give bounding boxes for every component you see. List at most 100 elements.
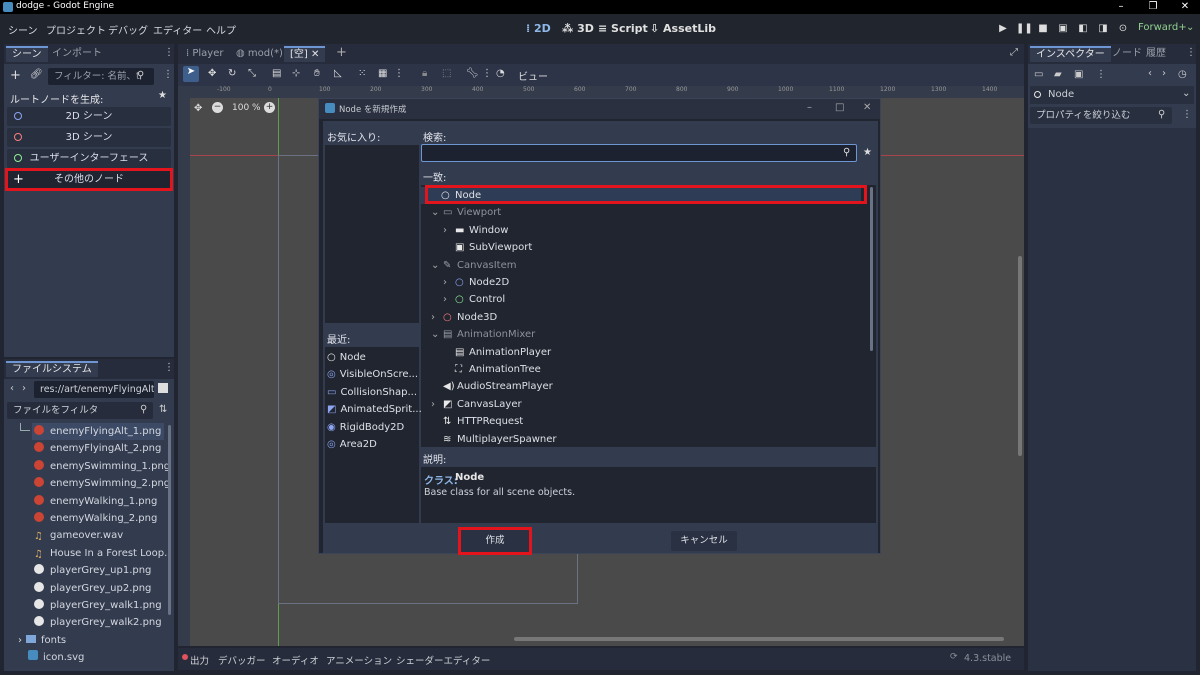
horizontal-scrollbar[interactable] xyxy=(514,637,1004,641)
tree-item-httprequest[interactable]: ⇅ HTTPRequest xyxy=(421,413,861,430)
tree-item-node2d[interactable]: › ○ Node2D xyxy=(421,274,861,291)
tab-shader-editor[interactable]: シェーダーエディター xyxy=(396,653,490,667)
inspector-options-icon[interactable]: ⋮ xyxy=(1096,69,1106,80)
remote-debug-icon[interactable]: ▣ xyxy=(1056,23,1070,37)
open-folder-icon[interactable]: ▰ xyxy=(1054,69,1062,80)
file-item[interactable]: playerGrey_up1.png xyxy=(34,562,151,579)
minimize-icon[interactable]: – xyxy=(1106,0,1136,14)
move-tool-icon[interactable]: ✥ xyxy=(208,68,216,79)
history-forward-icon[interactable]: › xyxy=(1162,68,1166,79)
add-node-icon[interactable]: + xyxy=(10,68,21,83)
expand-arrow-icon[interactable]: ⌄ xyxy=(431,326,439,343)
tab-filesystem[interactable]: ファイルシステム xyxy=(6,361,98,377)
tab-inspector[interactable]: インスペクター xyxy=(1030,46,1111,62)
file-item[interactable]: ♫ House In a Forest Loop.o... xyxy=(34,545,170,562)
new-resource-icon[interactable]: ▭ xyxy=(1034,69,1043,80)
tab-empty[interactable]: [空] ✕ xyxy=(284,46,326,62)
tree-item-canvaslayer[interactable]: › ◩ CanvasLayer xyxy=(421,396,861,413)
menu-scene[interactable]: シーン xyxy=(8,22,38,37)
pivot-tool-icon[interactable]: ⊹ xyxy=(292,68,300,79)
tree-item-multiplayerspawner[interactable]: ≋ MultiplayerSpawner xyxy=(421,431,861,447)
inspector-menu-icon[interactable]: ⋮ xyxy=(1186,47,1196,58)
file-scrollbar[interactable] xyxy=(168,425,171,615)
view-menu[interactable]: ビュー xyxy=(518,68,548,83)
add-favorite-star-icon[interactable]: ★ xyxy=(863,147,872,158)
expand-arrow-icon[interactable]: ⌄ xyxy=(431,204,439,221)
path-field[interactable]: res://art/enemyFlyingAlt_1. xyxy=(34,381,154,398)
mode-script-button[interactable]: ≡ Script xyxy=(598,22,648,35)
dialog-minimize-icon[interactable]: – xyxy=(807,102,812,113)
split-mode-icon[interactable] xyxy=(158,383,168,393)
tab-player[interactable]: ⁞ Player xyxy=(180,46,229,62)
renderer-select[interactable]: Forward+ xyxy=(1138,22,1187,33)
new-tab-icon[interactable]: + xyxy=(336,45,347,60)
bone-options-icon[interactable]: ⋮ xyxy=(482,68,492,79)
link-icon[interactable]: 🔗︎ xyxy=(30,69,43,80)
mode-3d-button[interactable]: ⁂ 3D xyxy=(562,22,594,35)
zoom-out-icon[interactable]: − xyxy=(212,102,223,113)
tree-item-window[interactable]: › ▬ Window xyxy=(421,222,861,239)
recent-item[interactable]: ◉ RigidBody2D xyxy=(327,419,404,436)
tree-item-control[interactable]: › ○ Control xyxy=(421,291,861,308)
scale-tool-icon[interactable]: ⤡ xyxy=(248,68,256,79)
filesystem-menu-icon[interactable]: ⋮ xyxy=(164,362,174,373)
file-item[interactable]: enemyFlyingAlt_2.png xyxy=(34,440,161,457)
tree-item-node[interactable]: ○ Node xyxy=(421,187,861,204)
forward-arrow-icon[interactable]: › xyxy=(22,383,26,394)
menu-debug[interactable]: デバッグ xyxy=(108,22,148,37)
expand-arrow-icon[interactable]: › xyxy=(443,222,447,239)
pause-icon[interactable]: ❚❚ xyxy=(1016,23,1033,37)
distraction-free-icon[interactable]: ⤢ xyxy=(1010,47,1018,58)
folder-item[interactable]: › fonts xyxy=(18,632,66,649)
zoom-in-icon[interactable]: + xyxy=(264,102,275,113)
tab-output[interactable]: 出力 xyxy=(190,653,209,667)
mode-2d-button[interactable]: ⁞ 2D xyxy=(526,22,551,35)
group-icon[interactable]: ⬚ xyxy=(442,68,451,79)
camera-override-icon[interactable]: ◔ xyxy=(496,68,505,79)
file-item[interactable]: enemyFlyingAlt_1.png xyxy=(32,423,164,440)
recent-item[interactable]: ◎ Area2D xyxy=(327,436,377,453)
cancel-button[interactable]: キャンセル xyxy=(671,531,737,551)
create-3d-scene-button[interactable]: 3D シーン xyxy=(7,128,171,147)
file-item[interactable]: icon.svg xyxy=(28,649,84,666)
other-node-button[interactable]: + その他のノード xyxy=(7,170,171,189)
select-tool-icon[interactable]: ➤ xyxy=(183,66,199,82)
list-select-icon[interactable]: ▤ xyxy=(272,68,281,79)
file-item[interactable]: enemySwimming_2.png xyxy=(34,475,170,492)
tab-animation[interactable]: アニメーション xyxy=(326,653,392,667)
object-history-icon[interactable]: ◷ xyxy=(1178,69,1187,80)
zoom-level[interactable]: 100 % xyxy=(232,103,261,113)
grid-snap-icon[interactable]: ▦ xyxy=(378,68,387,79)
property-options-icon[interactable]: ⋮ xyxy=(1182,109,1192,120)
file-item[interactable]: ♫ gameover.wav xyxy=(34,527,123,544)
smart-snap-icon[interactable]: ⁙ xyxy=(358,68,366,79)
tab-mod[interactable]: ◍ mod(*) xyxy=(230,46,289,62)
file-item[interactable]: enemyWalking_1.png xyxy=(34,493,157,510)
play-icon[interactable]: ▶ xyxy=(996,23,1010,37)
sort-icon[interactable]: ⇅ xyxy=(159,404,167,415)
vertical-scrollbar[interactable] xyxy=(1018,256,1022,456)
file-item[interactable]: playerGrey_walk2.png xyxy=(34,614,162,631)
tab-audio[interactable]: オーディオ xyxy=(272,653,319,667)
back-arrow-icon[interactable]: ‹ xyxy=(10,383,14,394)
bone-icon[interactable]: 🦴︎ xyxy=(466,68,479,79)
expand-arrow-icon[interactable]: › xyxy=(431,396,435,413)
history-back-icon[interactable]: ‹ xyxy=(1148,68,1152,79)
tree-item-audiostreamplayer[interactable]: ◀) AudioStreamPlayer xyxy=(421,378,861,395)
chevron-down-icon[interactable]: ⌄ xyxy=(1186,22,1194,33)
expand-arrow-icon[interactable]: › xyxy=(431,309,435,326)
tab-history[interactable]: 履歴 xyxy=(1140,46,1172,62)
node-search-input[interactable] xyxy=(421,144,857,162)
file-item[interactable]: enemyWalking_2.png xyxy=(34,510,157,527)
dialog-close-icon[interactable]: ✕ xyxy=(863,102,871,113)
tree-item-node3d[interactable]: › ○ Node3D xyxy=(421,309,861,326)
movie-icon[interactable]: ⊙ xyxy=(1116,23,1130,37)
menu-editor[interactable]: エディター xyxy=(153,22,202,37)
close-window-icon[interactable]: ✕ xyxy=(1170,0,1200,14)
tree-scrollbar[interactable] xyxy=(870,187,873,351)
file-item[interactable]: enemySwimming_1.png xyxy=(34,458,170,475)
create-2d-scene-button[interactable]: 2D シーン xyxy=(7,107,171,126)
lock-icon[interactable]: 🔒︎ xyxy=(422,68,427,79)
scene-options-icon[interactable]: ⋮ xyxy=(163,69,173,80)
stop-icon[interactable]: ■ xyxy=(1036,23,1050,37)
